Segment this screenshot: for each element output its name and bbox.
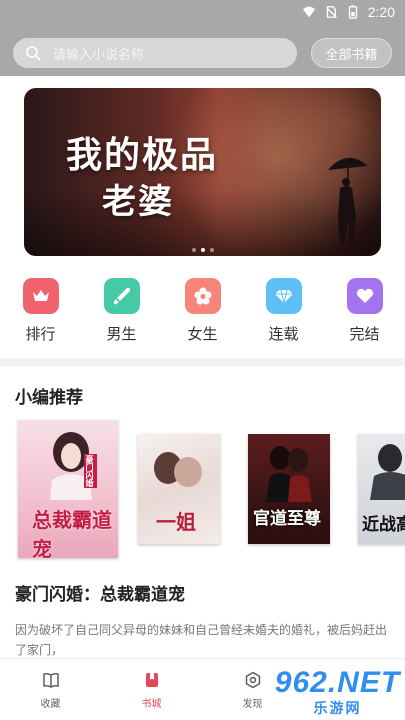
nav-label: 书城 <box>141 699 162 710</box>
cover-figure <box>154 452 202 487</box>
category-label: 完结 <box>349 325 380 343</box>
category-serializing[interactable]: 连载 <box>243 278 324 344</box>
banner-title-line2: 老婆 <box>102 182 174 222</box>
category-male[interactable]: 男生 <box>81 278 162 344</box>
cover-figure <box>370 444 405 500</box>
book-cover[interactable]: 一姐 <box>138 434 220 544</box>
top-bar: 2:20 请输入小说名称 全部书籍 <box>0 0 405 76</box>
category-label: 排行 <box>25 325 56 343</box>
status-time: 2:20 <box>367 4 395 20</box>
nav-item-bookshelf[interactable]: 收藏 <box>0 659 101 720</box>
book-title: 一姐 <box>156 510 196 534</box>
section-title: 小编推荐 <box>15 388 83 408</box>
site-watermark: 962.NET 乐游网 <box>270 668 405 720</box>
watermark-brand: 962.NET <box>274 666 401 699</box>
featured-book-description: 因为破坏了自己同父异母的妹妹和自己曾经未婚夫的婚礼，被后妈赶出了家门， <box>15 623 388 657</box>
search-icon <box>26 46 41 61</box>
bookmark-icon <box>145 673 158 687</box>
category-ranking[interactable]: 排行 <box>0 278 81 344</box>
category-completed[interactable]: 完结 <box>324 278 405 344</box>
book-cover[interactable]: 官道至尊 <box>248 434 330 544</box>
category-row: 排行 男生 女生 连载 完结 <box>0 278 405 344</box>
book-title: 官道至尊 <box>253 509 321 529</box>
search-input[interactable]: 请输入小说名称 <box>13 38 297 68</box>
watermark-subtitle: 乐游网 <box>313 701 362 717</box>
book-open-icon <box>42 672 59 688</box>
sword-icon <box>103 278 140 314</box>
wifi-icon <box>302 6 315 18</box>
book-badge: 豪门闪婚 <box>84 454 97 488</box>
banner-dot-active[interactable] <box>200 248 205 252</box>
cover-figure <box>266 446 312 502</box>
banner-indicator <box>24 248 381 252</box>
section-divider <box>0 358 405 366</box>
all-books-button[interactable]: 全部书籍 <box>311 38 392 68</box>
book-cover[interactable]: 总裁霸道宠 豪门闪婚 <box>18 420 118 558</box>
book-cover[interactable]: 近战高 <box>358 434 405 544</box>
category-label: 男生 <box>106 325 137 343</box>
book-title: 总裁霸道宠 <box>32 508 112 558</box>
heart-icon <box>346 278 383 314</box>
category-female[interactable]: 女生 <box>162 278 243 344</box>
category-label: 女生 <box>187 325 218 343</box>
no-sim-icon <box>325 6 337 18</box>
category-label: 连载 <box>268 325 299 343</box>
compass-icon <box>245 671 260 689</box>
banner-carousel[interactable]: 我的极品 老婆 <box>24 88 381 256</box>
flower-icon <box>184 278 221 314</box>
banner-title-line1: 我的极品 <box>66 134 219 176</box>
book-title: 近战高 <box>362 515 405 535</box>
nav-label: 收藏 <box>40 699 61 710</box>
search-placeholder: 请输入小说名称 <box>53 47 145 63</box>
nav-label: 发现 <box>242 699 263 710</box>
banner-dot[interactable] <box>191 248 196 252</box>
featured-book-title[interactable]: 豪门闪婚：总裁霸道宠 <box>15 580 185 605</box>
crown-icon <box>22 278 59 314</box>
umbrella-woman-illustration <box>328 157 368 244</box>
nav-item-bookstore[interactable]: 书城 <box>101 659 202 720</box>
status-bar: 2:20 <box>302 2 395 22</box>
diamond-icon <box>265 278 302 314</box>
battery-icon <box>348 5 357 19</box>
banner-dot[interactable] <box>209 248 214 252</box>
